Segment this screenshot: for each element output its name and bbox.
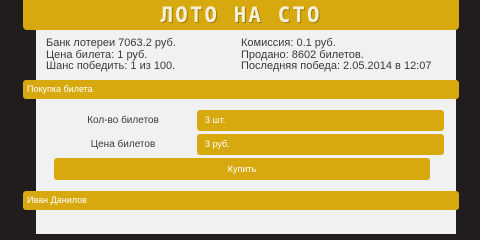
win-chance-text: Шанс победить: 1 из 100.	[46, 60, 176, 72]
price-field[interactable]: 3 руб.	[197, 134, 444, 155]
quantity-label: Кол-во билетов	[87, 115, 159, 126]
header-banner: ЛОТО НА СТО	[23, 0, 459, 30]
user-name-bar: Иван Данилов	[23, 191, 459, 210]
stats-right: Комиссия: 0.1 руб. Продано: 8602 билетов…	[241, 37, 432, 73]
app-title: ЛОТО НА СТО	[160, 3, 322, 27]
bank-text: Банк лотереи 7063.2 руб.	[46, 37, 176, 49]
buy-button[interactable]: Купить	[54, 158, 430, 180]
stats-left: Банк лотереи 7063.2 руб. Цена билета: 1 …	[46, 37, 176, 73]
last-win-text: Последняя победа: 2.05.2014 в 12:07	[241, 60, 432, 72]
quantity-field[interactable]: 3 шт.	[197, 110, 444, 131]
commission-text: Комиссия: 0.1 руб.	[241, 37, 336, 49]
purchase-section-header: Покупка билета	[23, 80, 459, 99]
price-label: Цена билетов	[90, 139, 156, 150]
